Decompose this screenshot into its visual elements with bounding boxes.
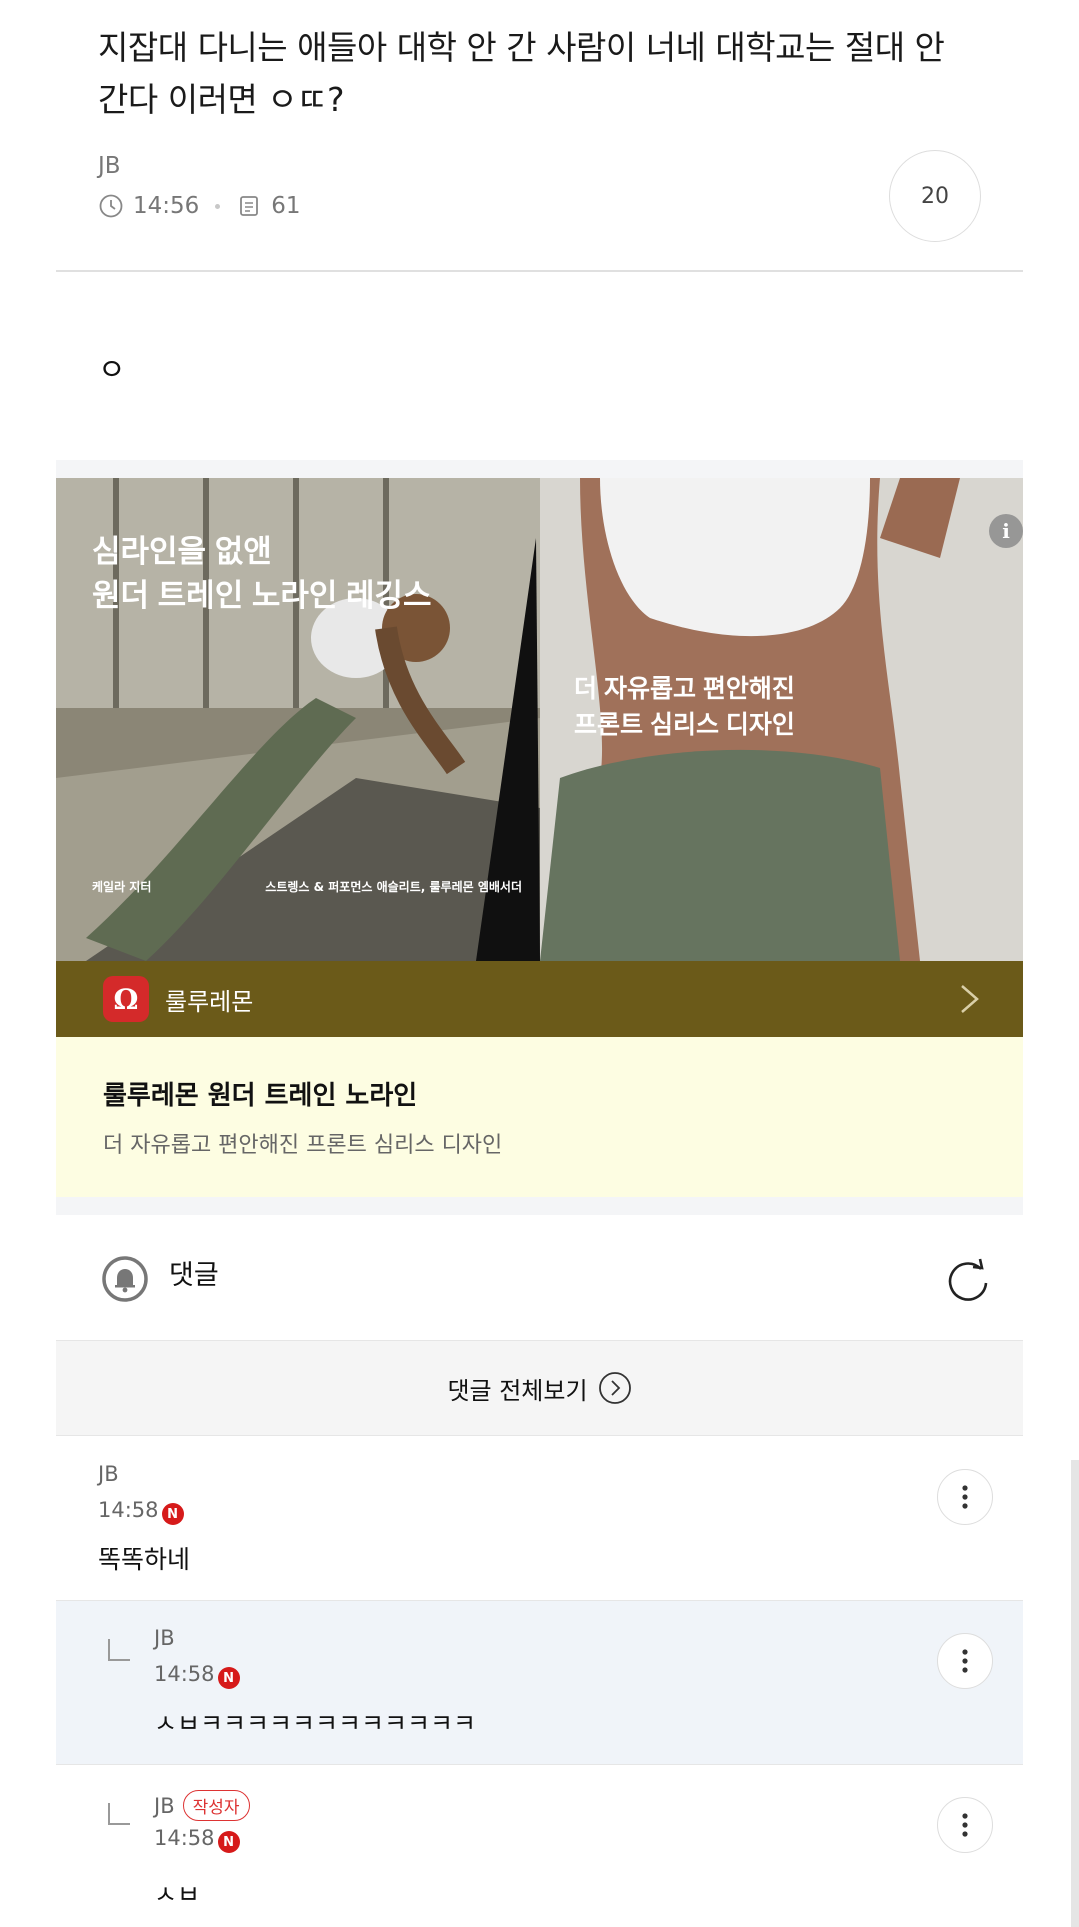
comment-time: 14:58 N: [154, 1823, 240, 1853]
meta-separator: [215, 203, 221, 209]
post-author[interactable]: JB: [98, 153, 121, 179]
comment-count-button[interactable]: 20: [889, 150, 981, 242]
reply-indicator-icon: [108, 1639, 130, 1661]
refresh-icon[interactable]: [943, 1255, 993, 1305]
ad-caption-left: 케일라 지터: [92, 880, 152, 894]
post-title: 지잡대 다니는 애들아 대학 안 간 사람이 너네 대학교는 절대 안 간다 이…: [98, 28, 945, 119]
views-icon: [240, 196, 259, 216]
post-views: 61: [271, 193, 301, 219]
ad-headline-line2: 원더 트레인 노라인 레깅스: [92, 578, 432, 613]
comment-text: ㅅㅂㅋㅋㅋㅋㅋㅋㅋㅋㅋㅋㅋㅋ: [154, 1709, 477, 1738]
ad-title: 룰루레몬 원더 트레인 노라인: [103, 1081, 418, 1111]
comment-item: JB 14:58 N 똑똑하네: [56, 1437, 1023, 1601]
more-options-button[interactable]: [937, 1469, 993, 1525]
comment-author-name[interactable]: JB: [154, 1794, 175, 1818]
vertical-ellipsis-icon: [962, 1813, 968, 1837]
ad-subheadline-line2: 프론트 심리스 디자인: [574, 711, 795, 739]
comment-time-value: 14:58: [98, 1498, 159, 1522]
ad-brand-bar[interactable]: Ω 룰루레몬: [56, 961, 1023, 1037]
reply-item: JB 14:58 N ㅅㅂㅋㅋㅋㅋㅋㅋㅋㅋㅋㅋㅋㅋ: [56, 1601, 1023, 1765]
ad-text-panel[interactable]: 룰루레몬 원더 트레인 노라인 더 자유롭고 편안해진 프론트 심리스 디자인: [56, 1037, 1023, 1197]
ad-brand-name: 룰루레몬: [165, 987, 254, 1016]
ad-info-icon[interactable]: i: [989, 514, 1023, 548]
ad-caption-right: 스트렝스 & 퍼포먼스 애슬리트, 룰루레몬 엠배서더: [265, 880, 522, 894]
more-options-button[interactable]: [937, 1633, 993, 1689]
ad-image-right: 더 자유롭고 편안해진 프론트 심리스 디자인 i: [540, 478, 1023, 961]
vertical-ellipsis-icon: [962, 1485, 968, 1509]
comments-label: 댓글: [169, 1260, 219, 1291]
post-body: ㅇ: [98, 353, 126, 388]
lululemon-logo-icon: Ω: [103, 976, 149, 1022]
view-all-label: 댓글 전체보기: [447, 1376, 588, 1405]
comment-time: 14:58 N: [98, 1495, 184, 1525]
new-badge: N: [217, 1667, 240, 1689]
new-badge: N: [161, 1503, 184, 1525]
post-meta: 14:56 61: [98, 193, 301, 219]
comment-time-value: 14:58: [154, 1662, 215, 1686]
ad-headline-line1: 심라인을 없앤: [92, 534, 272, 569]
view-all-comments-button[interactable]: 댓글 전체보기: [56, 1340, 1023, 1436]
comment-author-name[interactable]: JB: [98, 1462, 119, 1486]
ad-subheadline-line1: 더 자유롭고 편안해진: [574, 675, 795, 703]
comment-time-value: 14:58: [154, 1826, 215, 1850]
vertical-ellipsis-icon: [962, 1649, 968, 1673]
comment-time: 14:58 N: [154, 1659, 240, 1689]
circle-chevron-right-icon: [598, 1372, 631, 1404]
new-badge: N: [217, 1831, 240, 1853]
ad-block[interactable]: 심라인을 없앤 원더 트레인 노라인 레깅스 케일라 지터 스트렝스 & 퍼포먼…: [56, 460, 1023, 1215]
bell-icon[interactable]: [101, 1255, 149, 1303]
post-time: 14:56: [133, 193, 200, 219]
op-badge: 작성자: [182, 1790, 250, 1821]
ad-headline: 심라인을 없앤 원더 트레인 노라인 레깅스: [92, 530, 432, 618]
reply-indicator-icon: [108, 1803, 130, 1825]
chevron-right-icon: [961, 985, 979, 1013]
reply-item: JB 작성자 14:58 N ㅅㅂ: [56, 1765, 1023, 1927]
comment-author[interactable]: JB 작성자: [154, 1790, 250, 1821]
comment-author[interactable]: JB: [154, 1626, 175, 1650]
ad-subheadline: 더 자유롭고 편안해진 프론트 심리스 디자인: [574, 671, 795, 743]
ad-image[interactable]: 심라인을 없앤 원더 트레인 노라인 레깅스 케일라 지터 스트렝스 & 퍼포먼…: [56, 478, 1023, 961]
comment-text: 똑똑하네: [98, 1545, 191, 1574]
comment-text: ㅅㅂ: [154, 1880, 201, 1909]
divider: [56, 270, 1023, 272]
ad-image-left: 심라인을 없앤 원더 트레인 노라인 레깅스 케일라 지터 스트렝스 & 퍼포먼…: [56, 478, 540, 961]
more-options-button[interactable]: [937, 1797, 993, 1853]
scrollbar[interactable]: [1071, 1460, 1079, 1927]
ad-description: 더 자유롭고 편안해진 프론트 심리스 디자인: [103, 1133, 503, 1158]
comment-author-name[interactable]: JB: [154, 1626, 175, 1650]
clock-icon: [99, 194, 123, 218]
comments-header: 댓글: [56, 1215, 1023, 1340]
comment-author[interactable]: JB: [98, 1462, 119, 1486]
